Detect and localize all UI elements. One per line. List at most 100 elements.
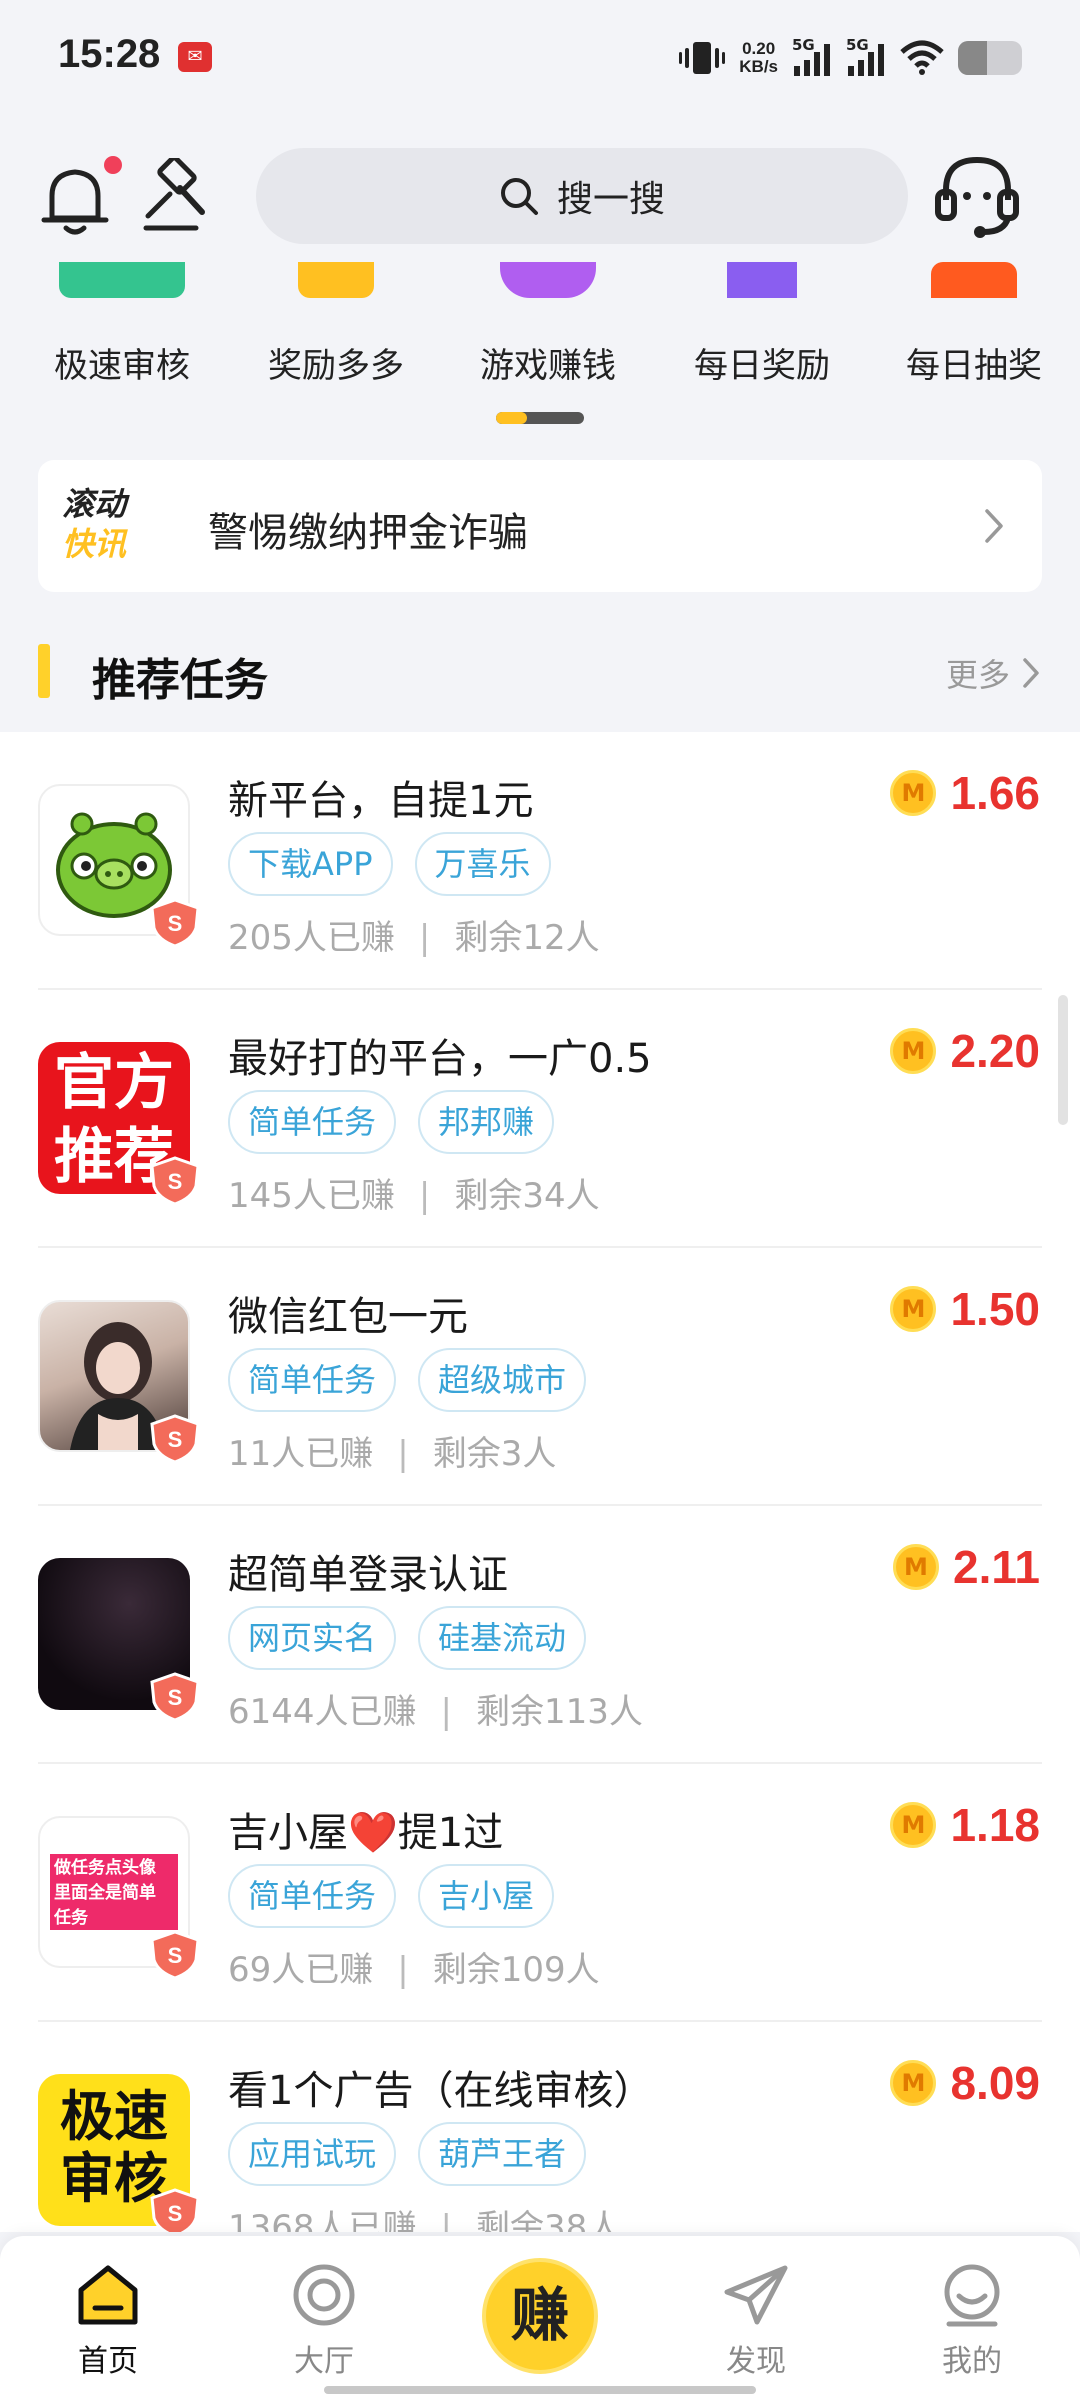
svg-text:S: S bbox=[168, 1427, 183, 1452]
task-title: 超简单登录认证 bbox=[228, 1552, 508, 1598]
task-item[interactable]: 极速 审核 S 看1个广告（在线审核） 应用试玩 葫芦王者 1368人已赚 | 剩余… bbox=[0, 2022, 1080, 2232]
coin-icon: M bbox=[890, 770, 937, 816]
scrollbar[interactable] bbox=[1058, 995, 1068, 1125]
network-speed: 0.20 KB/s bbox=[739, 39, 778, 76]
task-tag: 简单任务 bbox=[228, 1864, 397, 1928]
task-tag: 超级城市 bbox=[418, 1348, 587, 1412]
task-title: 最好打的平台，一广0.5 bbox=[228, 1036, 652, 1082]
top-header: 搜一搜 bbox=[0, 140, 1080, 260]
category-icon bbox=[500, 262, 596, 298]
nav-hall[interactable]: 大厅 bbox=[244, 2236, 404, 2380]
mail-app-icon: ✉ bbox=[178, 42, 212, 72]
svg-text:S: S bbox=[168, 1169, 183, 1194]
category-scroll-progress bbox=[496, 412, 527, 424]
more-link[interactable]: 更多 bbox=[946, 650, 1040, 696]
category-icon bbox=[298, 262, 374, 298]
reward-amount: 2.11 bbox=[953, 1541, 1040, 1593]
search-icon bbox=[500, 178, 538, 215]
task-tags: 下载APP 万喜乐 bbox=[228, 832, 551, 896]
bell-icon[interactable] bbox=[40, 162, 110, 238]
task-tag: 简单任务 bbox=[228, 1090, 397, 1154]
task-reward: M 1.66 bbox=[890, 766, 1040, 820]
bottom-nav: 首页 大厅 赚 发现 我的 bbox=[0, 2236, 1080, 2400]
shield-badge-icon: S bbox=[150, 898, 200, 948]
news-banner[interactable]: 滚动 快讯 警惕缴纳押金诈骗 bbox=[38, 460, 1042, 592]
signal-icon bbox=[794, 44, 830, 76]
nav-mine[interactable]: 我的 bbox=[892, 2236, 1052, 2380]
news-badge: 滚动 快讯 bbox=[62, 485, 127, 563]
shield-badge-icon: S bbox=[150, 1930, 200, 1980]
shield-badge-icon: S bbox=[150, 2188, 200, 2232]
task-item[interactable]: 官方 推荐 S 最好打的平台，一广0.5 简单任务 邦邦赚 145人已赚 | 剩余3… bbox=[0, 990, 1080, 1248]
home-icon bbox=[78, 2265, 138, 2325]
task-item[interactable]: S 新平台，自提1元 下载APP 万喜乐 205人已赚 | 剩余12人 M 1.66 bbox=[0, 732, 1080, 990]
task-reward: M 2.20 bbox=[890, 1024, 1040, 1078]
shield-badge-icon: S bbox=[150, 1672, 200, 1722]
category-label: 每日抽奖 bbox=[906, 346, 1042, 386]
circle-icon bbox=[293, 2264, 355, 2326]
nav-label: 我的 bbox=[942, 2344, 1002, 2379]
task-reward: M 8.09 bbox=[890, 2056, 1040, 2110]
task-tag: 万喜乐 bbox=[414, 832, 551, 896]
category-item[interactable]: 游戏赚钱 bbox=[448, 262, 648, 387]
battery-icon bbox=[958, 41, 1022, 75]
task-reward: M 1.18 bbox=[890, 1798, 1040, 1852]
reward-amount: 1.66 bbox=[950, 767, 1040, 819]
category-item[interactable]: 每日奖励 bbox=[662, 262, 862, 387]
task-stats: 145人已赚 | 剩余34人 bbox=[228, 1176, 600, 1216]
task-tags: 简单任务 邦邦赚 bbox=[228, 1090, 555, 1154]
category-label: 极速审核 bbox=[54, 346, 190, 386]
svg-text:S: S bbox=[168, 2201, 183, 2226]
category-scroll-indicator bbox=[496, 412, 584, 424]
status-bar: 15:28 ✉ 0.20 KB/s 5G 5G bbox=[0, 0, 1080, 120]
coin-icon: M bbox=[890, 2060, 937, 2106]
task-tags: 简单任务 超级城市 bbox=[228, 1348, 587, 1412]
signal-5g-2: 5G bbox=[846, 36, 886, 78]
reward-amount: 8.09 bbox=[950, 2057, 1040, 2109]
task-item[interactable]: S 微信红包一元 简单任务 超级城市 11人已赚 | 剩余3人 M 1.50 bbox=[0, 1248, 1080, 1506]
chevron-right-icon bbox=[985, 509, 1003, 543]
thumbnail-banner: 做任务点头像 里面全是简单 任务 bbox=[50, 1854, 178, 1930]
task-title: 吉小屋❤️提1过 bbox=[228, 1810, 504, 1856]
category-item[interactable]: 极速审核 bbox=[22, 262, 222, 387]
signal-5g-1: 5G bbox=[792, 36, 832, 78]
nav-label: 发现 bbox=[726, 2344, 786, 2379]
notification-dot bbox=[104, 156, 122, 174]
nav-home[interactable]: 首页 bbox=[28, 2236, 188, 2380]
battery-level bbox=[958, 41, 987, 75]
reward-amount: 1.50 bbox=[950, 1283, 1040, 1335]
headset-icon[interactable] bbox=[934, 152, 1020, 242]
task-stats: 69人已赚 | 剩余109人 bbox=[228, 1950, 600, 1990]
hammer-icon[interactable] bbox=[140, 158, 220, 238]
task-item[interactable]: 做任务点头像 里面全是简单 任务 S 吉小屋❤️提1过 简单任务 吉小屋 69人… bbox=[0, 1764, 1080, 2022]
category-item[interactable]: 每日抽奖 bbox=[874, 262, 1074, 387]
coin-icon: M bbox=[890, 1286, 937, 1332]
shield-badge-icon: S bbox=[150, 1156, 200, 1206]
task-tag: 下载APP bbox=[228, 832, 393, 896]
category-label: 每日奖励 bbox=[694, 346, 830, 386]
task-reward: M 2.11 bbox=[893, 1540, 1040, 1594]
task-title: 新平台，自提1元 bbox=[228, 778, 534, 824]
wifi-icon bbox=[900, 40, 944, 75]
home-indicator[interactable] bbox=[324, 2386, 756, 2394]
earn-button[interactable]: 赚 bbox=[482, 2258, 598, 2374]
nav-discover[interactable]: 发现 bbox=[676, 2236, 836, 2380]
coin-icon: M bbox=[890, 1802, 937, 1848]
task-tag: 应用试玩 bbox=[228, 2122, 397, 2186]
task-tag: 葫芦王者 bbox=[418, 2122, 587, 2186]
task-tags: 网页实名 硅基流动 bbox=[228, 1606, 587, 1670]
task-reward: M 1.50 bbox=[890, 1282, 1040, 1336]
search-placeholder: 搜一搜 bbox=[556, 179, 665, 220]
paper-plane-icon bbox=[724, 2265, 788, 2325]
news-text: 警惕缴纳押金诈骗 bbox=[208, 510, 528, 556]
category-icon bbox=[931, 262, 1017, 298]
task-list[interactable]: S 新平台，自提1元 下载APP 万喜乐 205人已赚 | 剩余12人 M 1.66… bbox=[0, 732, 1080, 2232]
recommended-section-header: 推荐任务 更多 bbox=[0, 630, 1080, 730]
task-item[interactable]: S 超简单登录认证 网页实名 硅基流动 6144人已赚 | 剩余113人 M 2.1… bbox=[0, 1506, 1080, 1764]
search-input[interactable]: 搜一搜 bbox=[256, 148, 908, 244]
nav-label: 大厅 bbox=[294, 2344, 354, 2379]
category-icon bbox=[59, 262, 185, 298]
category-item[interactable]: 奖励多多 bbox=[236, 262, 436, 387]
svg-text:S: S bbox=[168, 1943, 183, 1968]
task-stats: 11人已赚 | 剩余3人 bbox=[228, 1434, 557, 1474]
